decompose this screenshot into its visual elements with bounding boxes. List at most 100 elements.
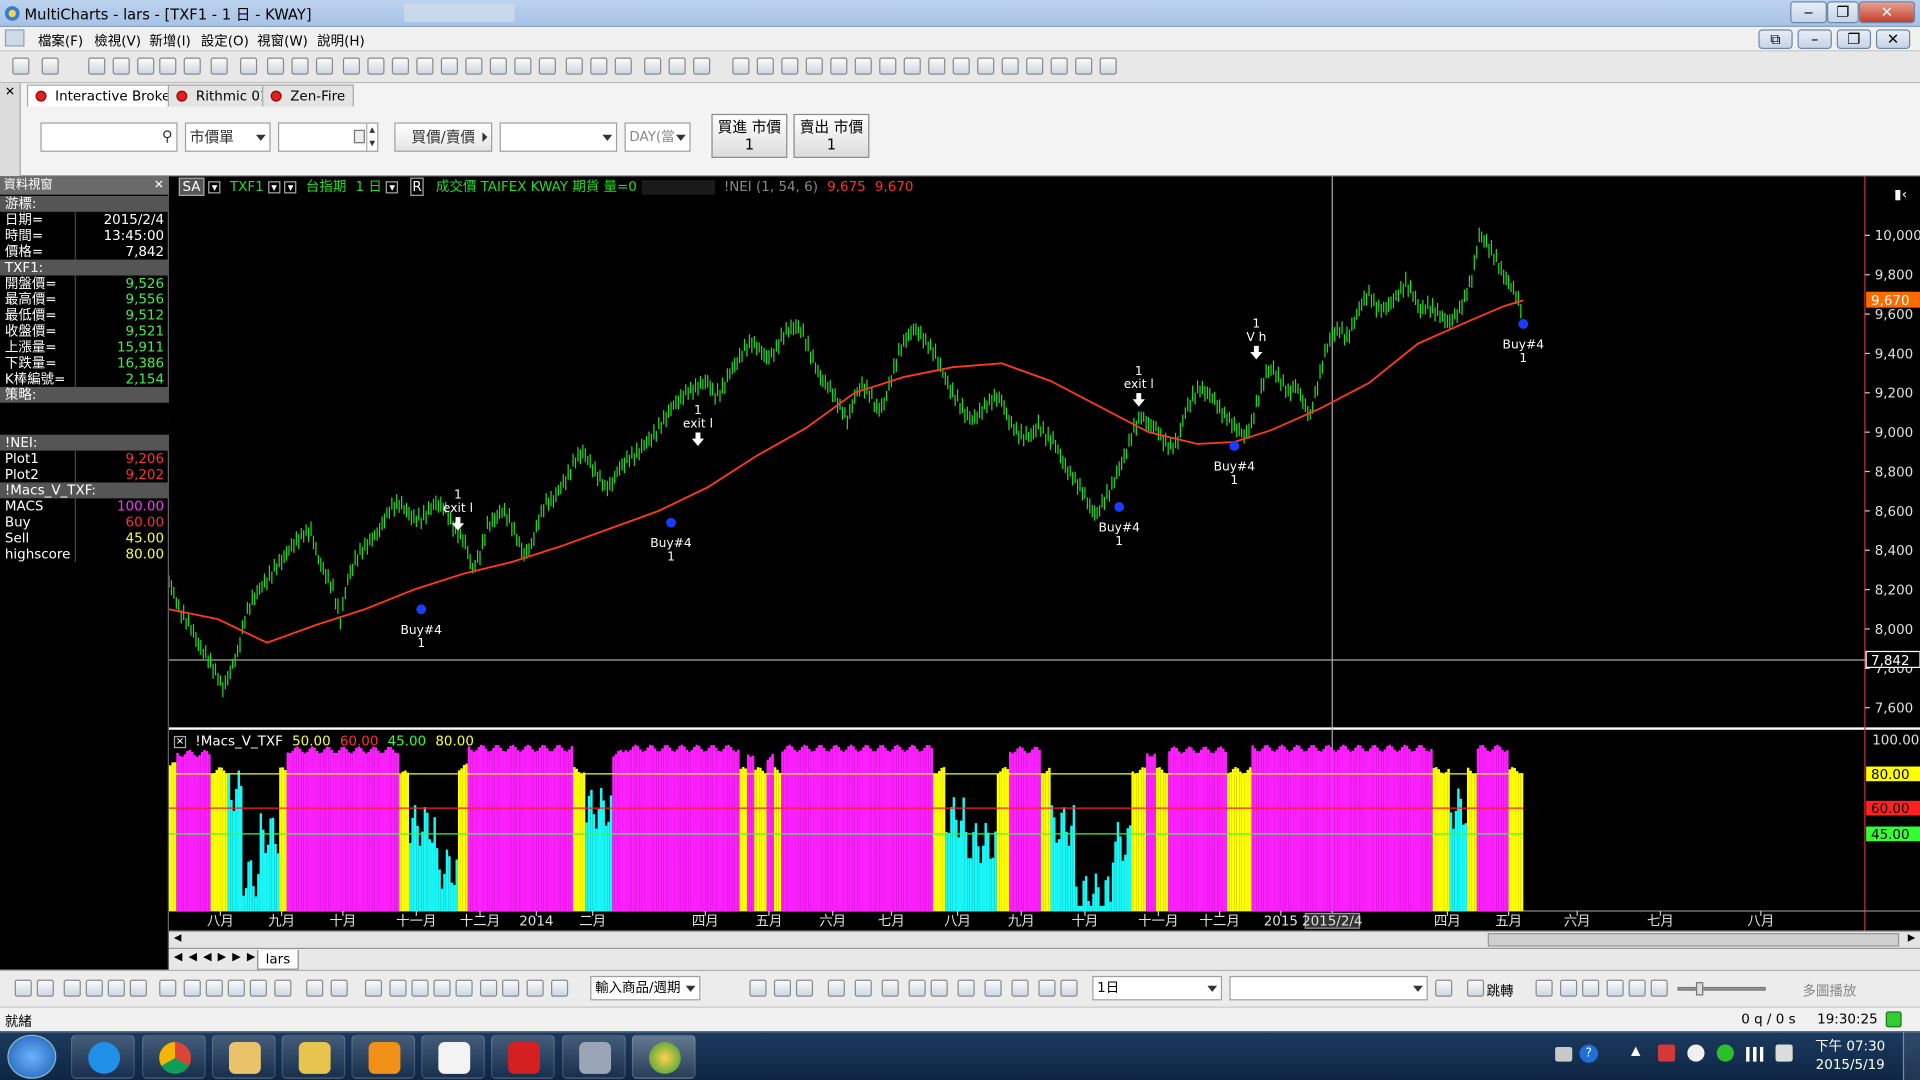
chart-window[interactable]: Buy#4 1 1 exit l Buy#4 1 1 exit l Buy#4 1 1 exit lB… [168,176,1920,948]
close-icon[interactable]: ✕ [154,176,164,194]
maximize-button[interactable]: ❐ [1826,1,1859,24]
toolbar-tool-icon[interactable] [805,57,823,75]
tif-select[interactable]: DAY(當 [624,122,691,152]
drawing-tool-icon[interactable] [63,979,81,997]
taskbar-explorer-icon[interactable] [281,1034,346,1079]
slider-handle[interactable] [1695,982,1704,996]
order-panel-close-icon[interactable]: ✕ [5,86,15,99]
drawing-tool-icon[interactable] [183,979,201,997]
maximize-doc-icon[interactable]: ❐ [1836,29,1872,49]
toolbar-tool-icon[interactable] [465,57,483,75]
drawing-tool-icon[interactable] [1466,979,1485,997]
drawing-tool-icon[interactable] [306,979,324,997]
toolbar-tool-icon[interactable] [112,57,130,75]
toolbar-tool-icon[interactable] [12,57,30,75]
toolbar-tool-icon[interactable] [693,57,711,75]
minimize-doc-icon[interactable]: – [1797,29,1832,49]
drawing-tool-icon[interactable] [1606,979,1624,997]
drawing-tool-icon[interactable] [526,979,544,997]
restore-doc-icon[interactable]: ⧉ [1758,29,1793,49]
drawing-tool-icon[interactable] [1628,979,1646,997]
toolbar-tool-icon[interactable] [644,57,662,75]
toolbar-tool-icon[interactable] [391,57,409,75]
jump-button[interactable]: 跳轉 [1487,981,1514,1001]
tab-interactive-brokers[interactable]: Interactive Brokers [26,84,192,107]
drawing-tool-icon[interactable] [274,979,292,997]
toolbar-tool-icon[interactable] [781,57,799,75]
toolbar-tool-icon[interactable] [1001,57,1019,75]
price-source-select[interactable]: 買價/賣價 [394,122,493,152]
tab-zen-fire[interactable]: Zen-Fire [262,84,354,107]
menu-window[interactable]: 視窗(W) [257,31,308,51]
search-icon[interactable]: ⚲ [162,122,173,149]
drawing-tool-icon[interactable] [1560,979,1578,997]
drawing-tool-icon[interactable] [433,979,451,997]
price-select[interactable] [499,122,618,152]
help-icon[interactable]: ? [1579,1044,1598,1063]
drawing-tool-icon[interactable] [389,979,407,997]
toolbar-tool-icon[interactable] [159,57,177,75]
toolbar-tool-icon[interactable] [830,57,848,75]
drawing-tool-icon[interactable] [14,979,32,997]
drawing-tool-icon[interactable] [930,979,948,997]
horizontal-scrollbar[interactable]: ◀ ▶ [168,930,1920,948]
toolbar-tool-icon[interactable] [614,57,632,75]
keyboard-icon[interactable] [1555,1046,1573,1062]
toolbar-tool-icon[interactable] [266,57,285,75]
period-select[interactable]: 1日 [1092,975,1223,1001]
toolbar-tool-icon[interactable] [952,57,970,75]
r-badge[interactable]: R [409,177,425,196]
close-button[interactable]: ✕ [1858,1,1916,24]
toolbar-tool-icon[interactable] [903,57,921,75]
toolbar-tool-icon[interactable] [928,57,946,75]
scroll-left-icon[interactable]: ◀ [174,932,182,943]
sell-market-button[interactable]: 賣出 市價 1 [793,113,870,158]
chevron-down-icon[interactable]: ▼ [386,181,399,194]
scroll-right-icon[interactable]: ▶ [1908,932,1916,943]
drawing-tool-icon[interactable] [795,979,814,997]
toolbar-tool-icon[interactable] [137,57,155,75]
spinner-icon[interactable]: ▲ ▼ [366,123,377,151]
toolbar-tool-icon[interactable] [367,57,385,75]
drawing-tool-icon[interactable] [159,979,177,997]
toolbar-tool-icon[interactable] [183,57,201,75]
drawing-tool-icon[interactable] [455,979,473,997]
symbol-search-input[interactable]: ⚲ [40,122,178,152]
drawing-tool-icon[interactable] [107,979,125,997]
drawing-tool-icon[interactable] [227,979,245,997]
drawing-tool-icon[interactable] [1011,979,1029,997]
toolbar-tool-icon[interactable] [210,57,228,75]
toolbar-tool-icon[interactable] [732,57,750,75]
toolbar-tool-icon[interactable] [1050,57,1068,75]
drawing-tool-icon[interactable] [411,979,429,997]
taskbar-apps-icon[interactable] [421,1034,485,1079]
tray-clock[interactable]: 下午 07:30 2015/5/19 [1807,1037,1893,1074]
toolbar-tool-icon[interactable] [977,57,995,75]
toolbar-tool-icon[interactable] [315,57,334,75]
taskbar-paint-icon[interactable] [211,1034,276,1079]
flag-icon[interactable] [1657,1044,1676,1062]
toolbar-tool-icon[interactable] [489,57,507,75]
signal-icon[interactable] [1746,1046,1764,1062]
toolbar-tool-icon[interactable] [416,57,434,75]
taskbar-multicharts-icon[interactable] [631,1034,696,1079]
minimize-button[interactable]: ‒ [1790,1,1827,24]
indicator-close-icon[interactable]: ✕ [173,735,187,749]
toolbar-tool-icon[interactable] [879,57,897,75]
drawing-tool-icon[interactable] [1650,979,1668,997]
network-share-icon[interactable] [1687,1044,1705,1062]
drawing-tool-icon[interactable] [249,979,267,997]
drawing-tool-icon[interactable] [773,979,792,997]
drawing-tool-icon[interactable] [749,979,767,997]
order-panel-grip[interactable]: ✕ [0,83,21,177]
menu-file[interactable]: 檔案(F) [38,31,83,51]
volume-icon[interactable] [1775,1044,1793,1062]
taskbar-chrome-icon[interactable] [142,1034,206,1079]
drawing-tool-icon[interactable] [881,979,899,997]
sa-badge[interactable]: SA [178,177,205,196]
drawing-tool-icon[interactable] [502,979,520,997]
drawing-tool-icon[interactable] [1038,979,1056,997]
menu-view[interactable]: 檢視(V) [94,31,141,51]
sheet-tab-lars[interactable]: lars [257,950,299,970]
toolbar-tool-icon[interactable] [538,57,556,75]
